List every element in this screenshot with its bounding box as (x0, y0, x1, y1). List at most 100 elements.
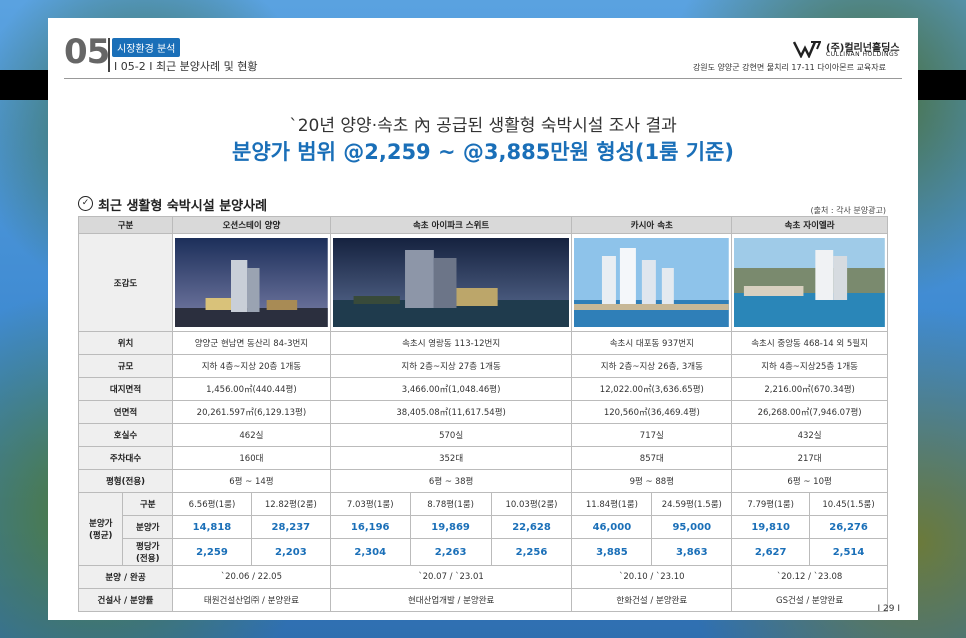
table-cell: `20.07 / `23.01 (329, 565, 573, 589)
row-label: 규모 (77, 354, 174, 378)
table-cell: 지하 2층~지상 27층 1개동 (329, 354, 573, 378)
table-cell: 지하 2층~지상 26층, 3개동 (571, 354, 733, 378)
project-name: 속초 자이엘라 (731, 216, 888, 234)
price-cell: 16,196 (329, 515, 411, 539)
document-page: 05 시장환경 분석 I 05-2 I 최근 분양사례 및 현황 (주)컬리넌홀… (48, 18, 918, 620)
table-cell: 지하 4층~지상 20층 1개동 (172, 354, 331, 378)
row-label: 평당가 (전용) (122, 538, 174, 566)
table-cell: 6평 ~ 38평 (329, 469, 573, 493)
unit-type-cell: 24.59평(1.5룸) (651, 492, 733, 516)
project-name: 카시아 속초 (571, 216, 733, 234)
row-label: 위치 (77, 331, 174, 355)
table-cell: 6평 ~ 10평 (731, 469, 888, 493)
price-cell: 95,000 (651, 515, 733, 539)
section-number: 05 (64, 32, 110, 72)
price-cell: 46,000 (571, 515, 653, 539)
price-group-label: 분양가 (평균) (77, 492, 124, 566)
row-label: 대지면적 (77, 377, 174, 401)
page-number: I 29 I (877, 604, 900, 614)
unit-type-cell: 10.45(1.5룸) (809, 492, 888, 516)
rendering-image-cell (329, 233, 573, 332)
per-pyeong-cell: 2,627 (731, 538, 811, 566)
row-label: 호실수 (77, 423, 174, 447)
per-pyeong-cell: 2,514 (809, 538, 888, 566)
section-title: 최근 생활형 숙박시설 분양사례 (98, 199, 268, 214)
headline-highlight: 분양가 범위 @2,259 ~ @3,885만원 형성(1룸 기준) (232, 140, 734, 164)
table-cell: `20.10 / `23.10 (571, 565, 733, 589)
unit-type-cell: 6.56평(1룸) (172, 492, 252, 516)
table-cell: `20.12 / `23.08 (731, 565, 888, 589)
headline: `20년 양양·속초 內 공급된 생활형 숙박시설 조사 결과 (289, 116, 677, 136)
table-cell: 2,216.00㎡(670.34평) (731, 377, 888, 401)
price-cell: 28,237 (250, 515, 331, 539)
table-cell: 태원건설산업㈜ / 분양완료 (172, 588, 331, 612)
table-cell: 160대 (172, 446, 331, 470)
company-logo-icon (793, 41, 821, 58)
rendering-image-cell (731, 233, 888, 332)
unit-type-cell: 8.78평(1룸) (409, 492, 492, 516)
table-cell: 지하 4층~지상25층 1개동 (731, 354, 888, 378)
row-label: 연면적 (77, 400, 174, 424)
table-cell: 12,022.00㎡(3,636.65평) (571, 377, 733, 401)
table-cell: 217대 (731, 446, 888, 470)
row-label: 조감도 (77, 233, 174, 332)
header-rule (64, 78, 902, 79)
row-label: 분양 / 완공 (77, 565, 174, 589)
table-cell: 속초시 대포동 937번지 (571, 331, 733, 355)
table-cell: 857대 (571, 446, 733, 470)
unit-type-cell: 12.82평(2룸) (250, 492, 331, 516)
rendering-image-cell (172, 233, 331, 332)
table-cell: 432실 (731, 423, 888, 447)
price-cell: 19,810 (731, 515, 811, 539)
building-rendering-image (734, 238, 885, 327)
table-cell: 570실 (329, 423, 573, 447)
per-pyeong-cell: 2,263 (409, 538, 492, 566)
table-cell: 717실 (571, 423, 733, 447)
row-label: 평형(전용) (77, 469, 174, 493)
unit-type-cell: 10.03평(2룸) (490, 492, 573, 516)
per-pyeong-cell: 2,256 (490, 538, 573, 566)
unit-type-cell: 7.03평(1룸) (329, 492, 411, 516)
building-rendering-image (574, 238, 730, 327)
header-address: 강원도 양양군 강현면 물치리 17-11 다이아몬르 교육자료 (692, 63, 886, 72)
project-name: 오션스테이 양양 (172, 216, 331, 234)
per-pyeong-cell: 3,885 (571, 538, 653, 566)
per-pyeong-cell: 2,304 (329, 538, 411, 566)
table-cell: 1,456.00㎡(440.44평) (172, 377, 331, 401)
table-cell: 한화건설 / 분양완료 (571, 588, 733, 612)
per-pyeong-cell: 3,863 (651, 538, 733, 566)
price-cell: 26,276 (809, 515, 888, 539)
project-name: 속초 아이파크 스위트 (329, 216, 573, 234)
table-cell: 현대산업개발 / 분양완료 (329, 588, 573, 612)
table-cell: 3,466.00㎡(1,048.46평) (329, 377, 573, 401)
table-cell: 속초시 중앙동 468-14 외 5필지 (731, 331, 888, 355)
table-cell: 20,261.597㎡(6,129.13평) (172, 400, 331, 424)
table-cell: `20.06 / 22.05 (172, 565, 331, 589)
company-name-english: CULLINAN HOLDINGS (826, 51, 899, 58)
section-subtitle: I 05-2 I 최근 분양사례 및 현황 (114, 60, 258, 73)
building-rendering-image (332, 238, 570, 327)
table-header-label: 구분 (77, 216, 174, 234)
sales-cases-table: 구분 오션스테이 양양 속초 아이파크 스위트 카시아 속초 속초 자이엘라 조… (77, 216, 888, 612)
table-cell: 9평 ~ 88평 (571, 469, 733, 493)
building-rendering-image (175, 238, 328, 327)
price-cell: 14,818 (172, 515, 252, 539)
table-cell: 462실 (172, 423, 331, 447)
unit-type-cell: 7.79평(1룸) (731, 492, 811, 516)
row-label: 건설사 / 분양률 (77, 588, 174, 612)
unit-type-cell: 11.84평(1룸) (571, 492, 653, 516)
table-cell: 120,560㎡(36,469.4평) (571, 400, 733, 424)
table-cell: 양양군 현남면 동산리 84-3번지 (172, 331, 331, 355)
check-circle-icon: ✓ (78, 196, 93, 211)
table-cell: 속초시 영랑동 113-12번지 (329, 331, 573, 355)
table-cell: 6평 ~ 14평 (172, 469, 331, 493)
price-cell: 19,869 (409, 515, 492, 539)
per-pyeong-cell: 2,203 (250, 538, 331, 566)
table-cell: 26,268.00㎡(7,946.07평) (731, 400, 888, 424)
rendering-image-cell (571, 233, 733, 332)
row-label: 주차대수 (77, 446, 174, 470)
source-note: (출처 : 각사 분양광고) (810, 206, 886, 215)
section-badge: 시장환경 분석 (112, 38, 181, 57)
price-cell: 22,628 (490, 515, 573, 539)
table-cell: GS건설 / 분양완료 (731, 588, 888, 612)
